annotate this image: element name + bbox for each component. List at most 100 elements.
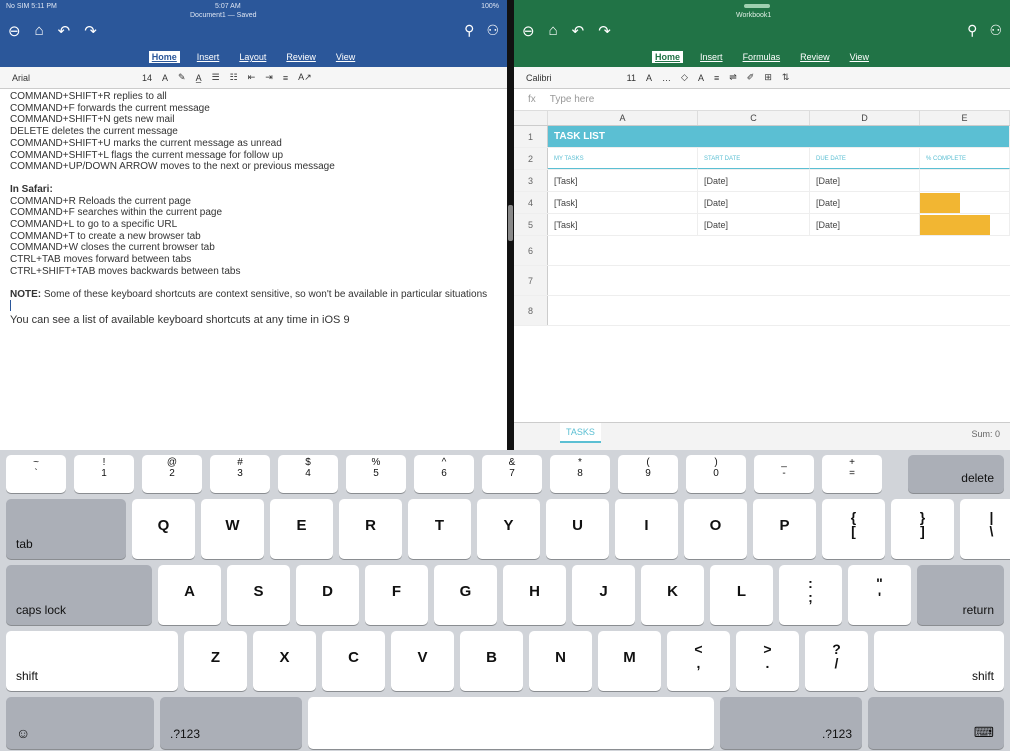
row-header[interactable]: 3 bbox=[514, 170, 548, 191]
tab-view[interactable]: View bbox=[847, 51, 872, 63]
key-i[interactable]: I bbox=[615, 499, 678, 559]
font-color-icon[interactable]: A bbox=[162, 73, 168, 83]
shift-key-right[interactable]: shift bbox=[874, 631, 1004, 691]
key-6[interactable]: ^ 6 bbox=[414, 455, 474, 493]
search-icon[interactable]: ⚲ bbox=[967, 22, 977, 39]
header-cell[interactable]: DUE DATE bbox=[810, 148, 920, 169]
formula-bar[interactable]: fx Type here bbox=[514, 89, 1010, 111]
row-header[interactable]: 7 bbox=[514, 266, 548, 295]
font-size[interactable]: 11 bbox=[606, 73, 636, 83]
key-z[interactable]: Z bbox=[184, 631, 247, 691]
header-cell[interactable]: % COMPLETE bbox=[920, 148, 1010, 169]
formula-input[interactable]: Type here bbox=[550, 94, 594, 105]
share-icon[interactable]: ⚇ bbox=[989, 22, 1002, 39]
key-s[interactable]: S bbox=[227, 565, 290, 625]
key-0[interactable]: ~ ` bbox=[6, 455, 66, 493]
cell[interactable]: [Task] bbox=[548, 214, 698, 235]
column-header[interactable]: A bbox=[548, 111, 698, 125]
space-bar[interactable] bbox=[308, 697, 714, 749]
key-9[interactable]: (9 bbox=[618, 455, 678, 493]
key-a[interactable]: A bbox=[158, 565, 221, 625]
key-10[interactable]: ) 0 bbox=[686, 455, 746, 493]
tab-key[interactable]: tab bbox=[6, 499, 126, 559]
back-icon[interactable]: ⊖ bbox=[522, 22, 535, 40]
text-color-icon[interactable]: A̲ bbox=[196, 73, 202, 83]
key-punct-0[interactable]: :; bbox=[779, 565, 842, 625]
tab-home[interactable]: Home bbox=[652, 51, 684, 63]
caps-lock-key[interactable]: caps lock bbox=[6, 565, 152, 625]
key-v[interactable]: V bbox=[391, 631, 454, 691]
indent-icon[interactable]: ⇥ bbox=[265, 72, 273, 83]
outdent-icon[interactable]: ⇤ bbox=[248, 72, 256, 83]
tab-formulas[interactable]: Formulas bbox=[740, 51, 784, 63]
key-e[interactable]: E bbox=[270, 499, 333, 559]
shift-key-left[interactable]: shift bbox=[6, 631, 178, 691]
sheet-tab-tasks[interactable]: TASKS bbox=[560, 423, 601, 443]
align-icon[interactable]: ≡ bbox=[283, 73, 288, 83]
key-5[interactable]: % 5 bbox=[346, 455, 406, 493]
numbers-key-right[interactable]: .?123 bbox=[720, 697, 862, 749]
font-size-icon[interactable]: A bbox=[646, 73, 652, 83]
redo-icon[interactable]: ↷ bbox=[598, 22, 611, 40]
key-3[interactable]: #3 bbox=[210, 455, 270, 493]
key-m[interactable]: M bbox=[598, 631, 661, 691]
cell[interactable]: [Date] bbox=[698, 170, 810, 191]
emoji-key[interactable]: ☺ bbox=[6, 697, 154, 749]
format-icon[interactable]: ✐ bbox=[747, 72, 755, 83]
divider-handle[interactable] bbox=[508, 205, 513, 241]
select-all[interactable] bbox=[514, 111, 548, 125]
share-icon[interactable]: ⚇ bbox=[486, 22, 499, 39]
key-punct-1[interactable]: " ' bbox=[848, 565, 911, 625]
key-h[interactable]: H bbox=[503, 565, 566, 625]
sort-icon[interactable]: ⇅ bbox=[782, 72, 790, 83]
key-11[interactable]: _ - bbox=[754, 455, 814, 493]
header-cell[interactable]: MY TASKS bbox=[548, 148, 698, 169]
column-header[interactable]: E bbox=[920, 111, 1010, 125]
title-cell[interactable]: TASK LIST bbox=[548, 126, 1010, 147]
cell[interactable] bbox=[920, 192, 1010, 213]
key-x[interactable]: X bbox=[253, 631, 316, 691]
cell[interactable]: [Date] bbox=[698, 214, 810, 235]
multitask-handle[interactable] bbox=[744, 4, 770, 8]
key-q[interactable]: Q bbox=[132, 499, 195, 559]
key-y[interactable]: Y bbox=[477, 499, 540, 559]
key-o[interactable]: O bbox=[684, 499, 747, 559]
bullets-icon[interactable]: ☰ bbox=[212, 72, 220, 83]
key-t[interactable]: T bbox=[408, 499, 471, 559]
cell[interactable]: [Date] bbox=[810, 192, 920, 213]
cell[interactable] bbox=[920, 170, 1010, 191]
key-1[interactable]: ! 1 bbox=[74, 455, 134, 493]
key-n[interactable]: N bbox=[529, 631, 592, 691]
delete-key[interactable]: delete bbox=[908, 455, 1004, 493]
font-color-icon[interactable]: A bbox=[698, 73, 704, 83]
row-header[interactable]: 8 bbox=[514, 296, 548, 325]
cell[interactable] bbox=[920, 214, 1010, 235]
more-icon[interactable]: … bbox=[662, 73, 671, 83]
cell[interactable]: [Date] bbox=[810, 170, 920, 191]
undo-icon[interactable]: ↶ bbox=[58, 22, 71, 40]
key-2[interactable]: @2 bbox=[142, 455, 202, 493]
tab-review[interactable]: Review bbox=[283, 51, 319, 63]
wrap-icon[interactable]: ⇌ bbox=[729, 72, 737, 83]
key-12[interactable]: + = bbox=[822, 455, 882, 493]
split-view-divider[interactable] bbox=[507, 0, 514, 450]
cell[interactable]: [Task] bbox=[548, 170, 698, 191]
spreadsheet-grid[interactable]: A C D E 1 TASK LIST 2 MY TASKS START DAT… bbox=[514, 111, 1010, 326]
font-size[interactable]: 14 bbox=[122, 73, 152, 83]
document-body[interactable]: COMMAND+SHIFT+R replies to all COMMAND+F … bbox=[0, 89, 507, 329]
key-g[interactable]: G bbox=[434, 565, 497, 625]
key-k[interactable]: K bbox=[641, 565, 704, 625]
numbering-icon[interactable]: ☷ bbox=[230, 72, 238, 83]
return-key[interactable]: return bbox=[917, 565, 1004, 625]
numbers-key-left[interactable]: .?123 bbox=[160, 697, 302, 749]
hide-keyboard-key[interactable]: ⌨ bbox=[868, 697, 1004, 749]
key-f[interactable]: F bbox=[365, 565, 428, 625]
back-icon[interactable]: ⊖ bbox=[8, 22, 21, 40]
insert-icon[interactable]: ⊞ bbox=[764, 72, 772, 83]
column-header[interactable]: D bbox=[810, 111, 920, 125]
save-icon[interactable]: ⌂ bbox=[35, 22, 44, 40]
key-j[interactable]: J bbox=[572, 565, 635, 625]
key-c[interactable]: C bbox=[322, 631, 385, 691]
key-d[interactable]: D bbox=[296, 565, 359, 625]
key-r[interactable]: R bbox=[339, 499, 402, 559]
